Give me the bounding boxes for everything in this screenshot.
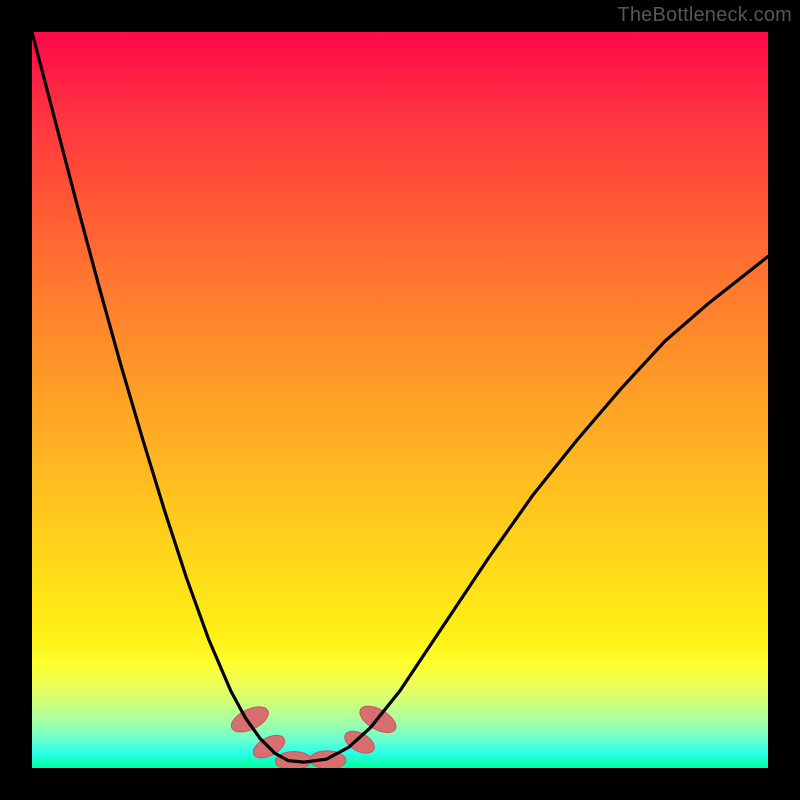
highlight-left-anchor [228,702,273,738]
highlight-right-lower [341,727,378,758]
watermark-text: TheBottleneck.com [617,4,792,27]
highlight-markers [228,701,401,768]
plot-area [32,32,768,768]
chart-overlay [32,32,768,768]
chart-frame: TheBottleneck.com [0,0,800,800]
bottleneck-curve [32,32,768,762]
